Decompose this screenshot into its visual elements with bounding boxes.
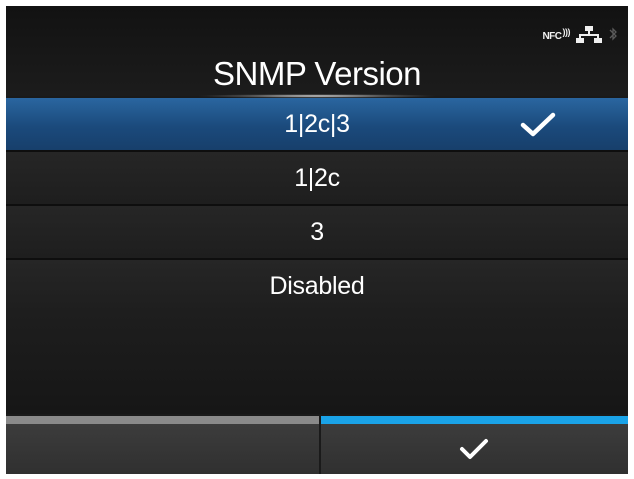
option-item-1-2c[interactable]: 1|2c [6, 152, 628, 206]
check-icon [460, 439, 488, 459]
network-icon [576, 25, 602, 48]
confirm-softkey[interactable] [321, 416, 628, 474]
left-softkey[interactable] [6, 416, 319, 474]
option-item-1-2c-3[interactable]: 1|2c|3 [6, 98, 628, 152]
list-empty-area [6, 310, 628, 414]
check-icon [520, 112, 556, 137]
option-item-disabled[interactable]: Disabled [6, 260, 628, 314]
page-title: SNMP Version [213, 55, 421, 92]
bluetooth-icon [608, 25, 618, 48]
option-label: Disabled [269, 271, 365, 300]
option-label: 1|2c|3 [284, 109, 350, 138]
option-list: 1|2c|3 1|2c 3 Disabled [6, 98, 628, 314]
option-item-3[interactable]: 3 [6, 206, 628, 260]
nfc-icon: NFC))) [542, 26, 570, 42]
softkey-bar [6, 416, 628, 474]
option-label: 1|2c [294, 163, 340, 192]
option-label: 3 [310, 217, 324, 246]
status-bar: NFC))) [542, 25, 618, 48]
title-area: NFC))) SNMP Version [6, 6, 628, 98]
printer-display: NFC))) SNMP Version 1|2c|3 1|2c 3 Disabl… [6, 6, 628, 474]
